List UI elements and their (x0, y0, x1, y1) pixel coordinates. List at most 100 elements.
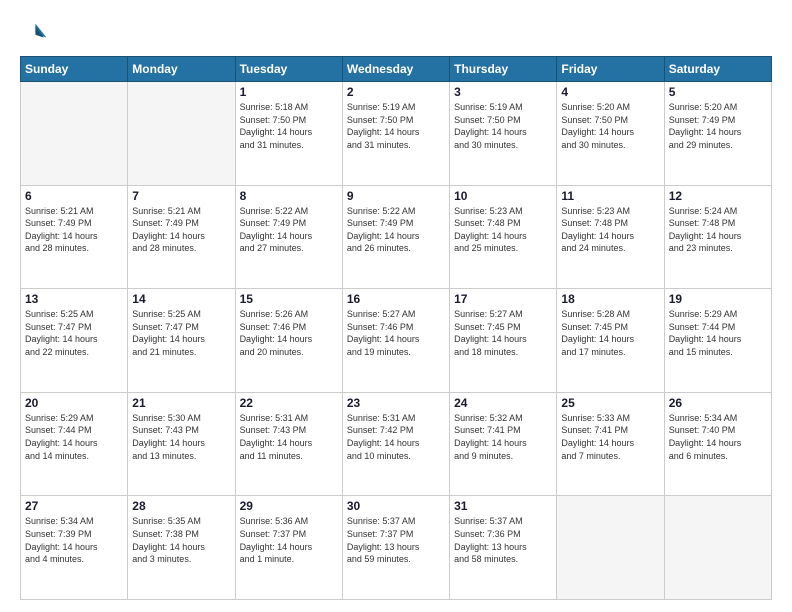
day-number: 12 (669, 189, 767, 203)
day-number: 8 (240, 189, 338, 203)
calendar-cell: 6 Sunrise: 5:21 AM Sunset: 7:49 PM Daylig… (21, 185, 128, 289)
day-info: Sunrise: 5:25 AM Sunset: 7:47 PM Dayligh… (25, 308, 123, 358)
calendar-cell: 24 Sunrise: 5:32 AM Sunset: 7:41 PM Dayli… (450, 392, 557, 496)
calendar-cell: 21Sunrise: 5:30 AM Sunset: 7:43 PM Dayli… (128, 392, 235, 496)
week-row-1: 1 Sunrise: 5:18 AM Sunset: 7:50 PM Daylig… (21, 82, 772, 186)
calendar-cell: 22 Sunrise: 5:31 AM Sunset: 7:43 PM Dayli… (235, 392, 342, 496)
day-number: 27 (25, 499, 123, 513)
calendar-cell: 20 Sunrise: 5:29 AM Sunset: 7:44 PM Dayli… (21, 392, 128, 496)
day-info: Sunrise: 5:21 AM Sunset: 7:49 PM Dayligh… (25, 205, 123, 255)
day-number: 15 (240, 292, 338, 306)
day-header-tuesday: Tuesday (235, 57, 342, 82)
day-info: Sunrise: 5:35 AM Sunset: 7:38 PM Dayligh… (132, 515, 230, 565)
calendar-cell: 15 Sunrise: 5:26 AM Sunset: 7:46 PM Dayli… (235, 289, 342, 393)
calendar-cell: 2Sunrise: 5:19 AM Sunset: 7:50 PM Daylig… (342, 82, 449, 186)
day-info: Sunrise: 5:29 AM Sunset: 7:44 PM Dayligh… (25, 412, 123, 462)
day-number: 5 (669, 85, 767, 99)
calendar-header: SundayMondayTuesdayWednesdayThursdayFrid… (21, 57, 772, 82)
calendar-cell: 13 Sunrise: 5:25 AM Sunset: 7:47 PM Dayli… (21, 289, 128, 393)
day-info: Sunrise: 5:24 AM Sunset: 7:48 PM Dayligh… (669, 205, 767, 255)
calendar-cell: 5 Sunrise: 5:20 AM Sunset: 7:49 PM Daylig… (664, 82, 771, 186)
week-row-2: 6 Sunrise: 5:21 AM Sunset: 7:49 PM Daylig… (21, 185, 772, 289)
calendar-cell: 12 Sunrise: 5:24 AM Sunset: 7:48 PM Dayli… (664, 185, 771, 289)
day-info: Sunrise: 5:29 AM Sunset: 7:44 PM Dayligh… (669, 308, 767, 358)
day-number: 16 (347, 292, 445, 306)
day-info: Sunrise: 5:20 AM Sunset: 7:49 PM Dayligh… (669, 101, 767, 151)
day-number: 10 (454, 189, 552, 203)
day-info: Sunrise: 5:36 AM Sunset: 7:37 PM Dayligh… (240, 515, 338, 565)
day-info: Sunrise: 5:26 AM Sunset: 7:46 PM Dayligh… (240, 308, 338, 358)
calendar-cell: 16 Sunrise: 5:27 AM Sunset: 7:46 PM Dayli… (342, 289, 449, 393)
day-info: Sunrise: 5:23 AM Sunset: 7:48 PM Dayligh… (454, 205, 552, 255)
day-number: 13 (25, 292, 123, 306)
calendar-cell: 9 Sunrise: 5:22 AM Sunset: 7:49 PM Daylig… (342, 185, 449, 289)
calendar-cell: 19 Sunrise: 5:29 AM Sunset: 7:44 PM Dayli… (664, 289, 771, 393)
day-header-thursday: Thursday (450, 57, 557, 82)
calendar-cell: 17 Sunrise: 5:27 AM Sunset: 7:45 PM Dayli… (450, 289, 557, 393)
day-number: 2 (347, 85, 445, 99)
day-info: Sunrise: 5:31 AM Sunset: 7:43 PM Dayligh… (240, 412, 338, 462)
day-number: 23 (347, 396, 445, 410)
calendar-body: 1 Sunrise: 5:18 AM Sunset: 7:50 PM Daylig… (21, 82, 772, 600)
day-number: 6 (25, 189, 123, 203)
calendar-cell (21, 82, 128, 186)
calendar-cell: 25Sunrise: 5:33 AM Sunset: 7:41 PM Dayli… (557, 392, 664, 496)
day-info: Sunrise: 5:22 AM Sunset: 7:49 PM Dayligh… (240, 205, 338, 255)
calendar-cell (557, 496, 664, 600)
calendar-cell (128, 82, 235, 186)
day-number: 11 (561, 189, 659, 203)
calendar-table: SundayMondayTuesdayWednesdayThursdayFrid… (20, 56, 772, 600)
day-number: 7 (132, 189, 230, 203)
day-number: 26 (669, 396, 767, 410)
day-number: 14 (132, 292, 230, 306)
day-number: 4 (561, 85, 659, 99)
day-info: Sunrise: 5:19 AM Sunset: 7:50 PM Dayligh… (454, 101, 552, 151)
day-number: 1 (240, 85, 338, 99)
day-info: Sunrise: 5:23 AM Sunset: 7:48 PM Dayligh… (561, 205, 659, 255)
day-info: Sunrise: 5:27 AM Sunset: 7:46 PM Dayligh… (347, 308, 445, 358)
day-info: Sunrise: 5:27 AM Sunset: 7:45 PM Dayligh… (454, 308, 552, 358)
day-number: 18 (561, 292, 659, 306)
day-number: 31 (454, 499, 552, 513)
day-number: 24 (454, 396, 552, 410)
day-number: 17 (454, 292, 552, 306)
day-number: 22 (240, 396, 338, 410)
day-info: Sunrise: 5:20 AM Sunset: 7:50 PM Dayligh… (561, 101, 659, 151)
calendar-cell: 10 Sunrise: 5:23 AM Sunset: 7:48 PM Dayli… (450, 185, 557, 289)
page: SundayMondayTuesdayWednesdayThursdayFrid… (0, 0, 792, 612)
week-row-5: 27Sunrise: 5:34 AM Sunset: 7:39 PM Dayli… (21, 496, 772, 600)
calendar-cell: 7Sunrise: 5:21 AM Sunset: 7:49 PM Daylig… (128, 185, 235, 289)
day-info: Sunrise: 5:37 AM Sunset: 7:37 PM Dayligh… (347, 515, 445, 565)
day-number: 20 (25, 396, 123, 410)
calendar-cell: 30Sunrise: 5:37 AM Sunset: 7:37 PM Dayli… (342, 496, 449, 600)
calendar-cell: 8 Sunrise: 5:22 AM Sunset: 7:49 PM Daylig… (235, 185, 342, 289)
day-number: 9 (347, 189, 445, 203)
day-info: Sunrise: 5:34 AM Sunset: 7:40 PM Dayligh… (669, 412, 767, 462)
calendar-cell: 23 Sunrise: 5:31 AM Sunset: 7:42 PM Dayli… (342, 392, 449, 496)
calendar-cell: 31 Sunrise: 5:37 AM Sunset: 7:36 PM Dayli… (450, 496, 557, 600)
logo-icon (20, 18, 48, 46)
day-header-wednesday: Wednesday (342, 57, 449, 82)
day-header-sunday: Sunday (21, 57, 128, 82)
calendar-cell: 14Sunrise: 5:25 AM Sunset: 7:47 PM Dayli… (128, 289, 235, 393)
day-number: 28 (132, 499, 230, 513)
day-info: Sunrise: 5:18 AM Sunset: 7:50 PM Dayligh… (240, 101, 338, 151)
day-header-monday: Monday (128, 57, 235, 82)
week-row-3: 13 Sunrise: 5:25 AM Sunset: 7:47 PM Dayli… (21, 289, 772, 393)
calendar-cell: 29Sunrise: 5:36 AM Sunset: 7:37 PM Dayli… (235, 496, 342, 600)
week-row-4: 20 Sunrise: 5:29 AM Sunset: 7:44 PM Dayli… (21, 392, 772, 496)
logo (20, 18, 52, 46)
calendar-cell: 28 Sunrise: 5:35 AM Sunset: 7:38 PM Dayli… (128, 496, 235, 600)
calendar-cell: 18Sunrise: 5:28 AM Sunset: 7:45 PM Dayli… (557, 289, 664, 393)
day-info: Sunrise: 5:33 AM Sunset: 7:41 PM Dayligh… (561, 412, 659, 462)
day-info: Sunrise: 5:30 AM Sunset: 7:43 PM Dayligh… (132, 412, 230, 462)
day-info: Sunrise: 5:22 AM Sunset: 7:49 PM Dayligh… (347, 205, 445, 255)
day-header-saturday: Saturday (664, 57, 771, 82)
day-info: Sunrise: 5:32 AM Sunset: 7:41 PM Dayligh… (454, 412, 552, 462)
day-info: Sunrise: 5:37 AM Sunset: 7:36 PM Dayligh… (454, 515, 552, 565)
day-header-friday: Friday (557, 57, 664, 82)
header (20, 18, 772, 46)
calendar-cell: 1 Sunrise: 5:18 AM Sunset: 7:50 PM Daylig… (235, 82, 342, 186)
day-info: Sunrise: 5:31 AM Sunset: 7:42 PM Dayligh… (347, 412, 445, 462)
day-number: 19 (669, 292, 767, 306)
